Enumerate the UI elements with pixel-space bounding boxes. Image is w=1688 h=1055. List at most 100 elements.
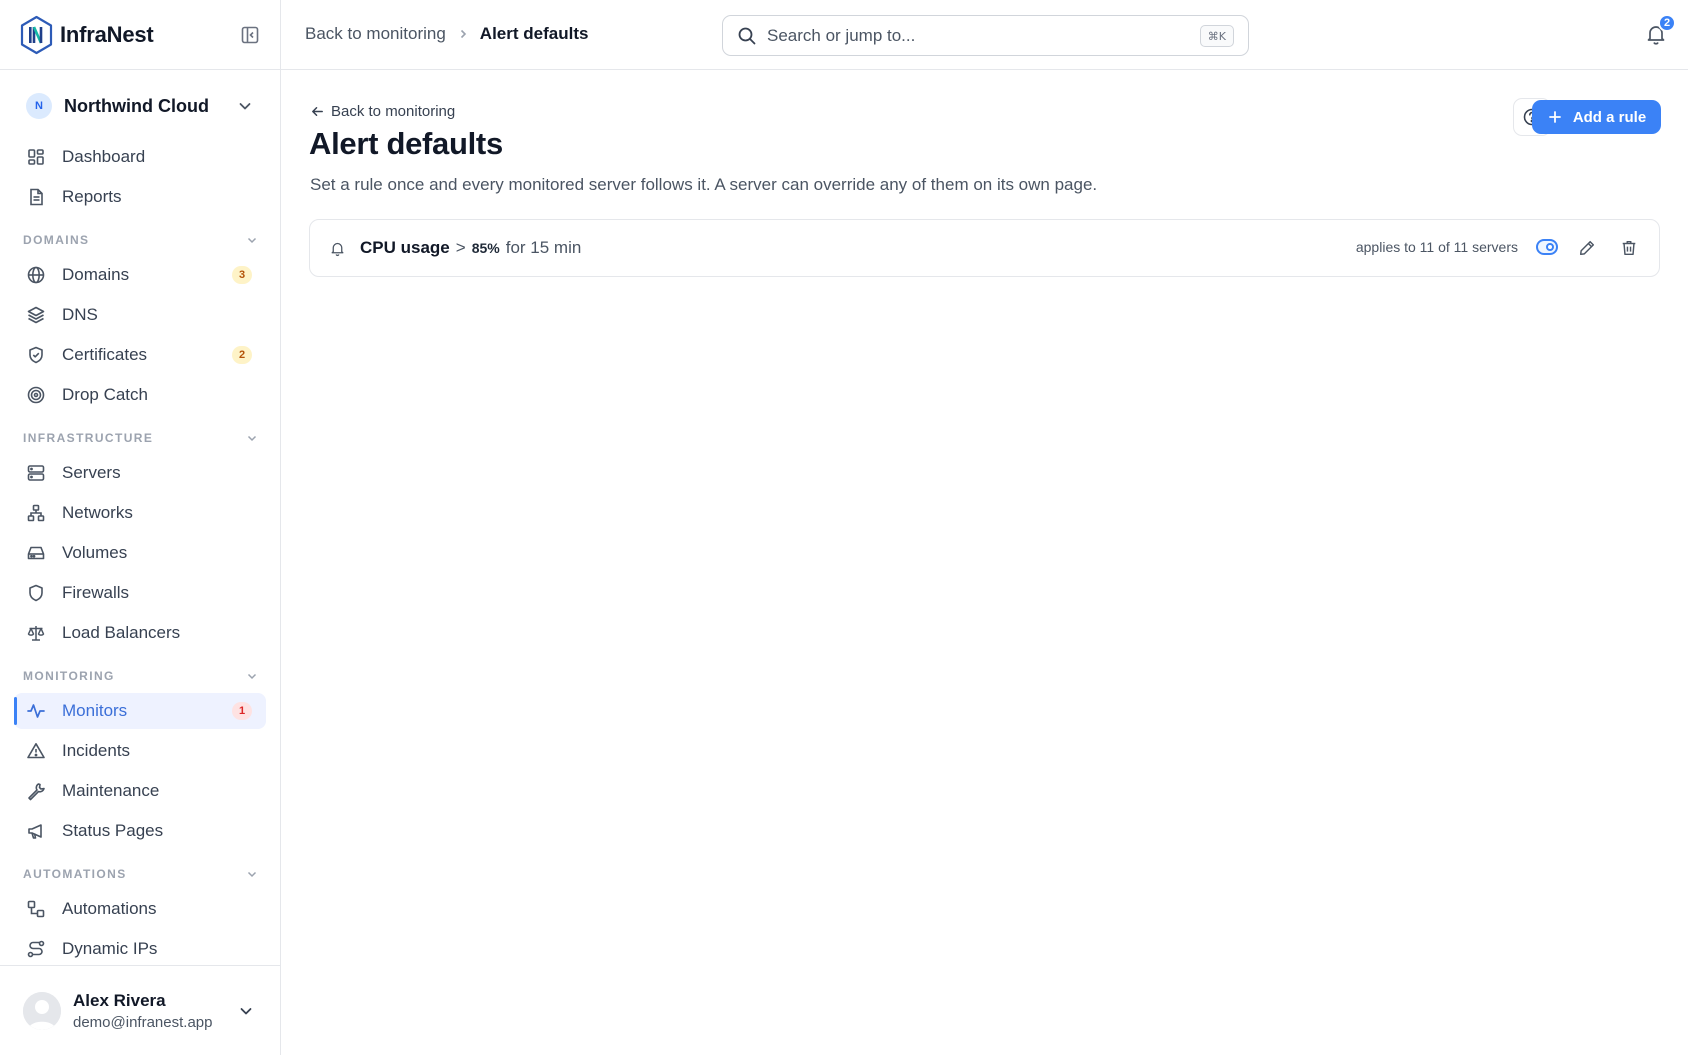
avatar [23, 991, 61, 1030]
chevron-down-icon [247, 435, 257, 442]
reports-icon [30, 188, 43, 206]
sidebar-item-drop-catch[interactable]: Drop Catch [14, 377, 266, 413]
alert-rule-card: CPU usage > 85% for 15 min applies to 11… [309, 219, 1660, 277]
count-badge: 1 [232, 702, 252, 720]
sidebar-item-networks[interactable]: Networks [14, 495, 266, 531]
sidebar-item-servers[interactable]: Servers [14, 455, 266, 491]
sidebar-item-domains[interactable]: Domains 3 [14, 257, 266, 293]
workflow-icon [27, 900, 45, 918]
org-avatar: N [26, 93, 52, 119]
sidebar-item-dns[interactable]: DNS [14, 297, 266, 333]
sidebar-item-dashboard[interactable]: Dashboard [14, 139, 266, 175]
sidebar-item-label: Networks [62, 503, 133, 522]
keyboard-shortcut: ⌘K [1199, 25, 1234, 47]
section-title: DOMAINS [23, 233, 90, 247]
sidebar-item-dynamic-ips[interactable]: Dynamic IPs [14, 931, 266, 967]
sidebar-item-firewalls[interactable]: Firewalls [14, 575, 266, 611]
rule-enabled-toggle[interactable] [1536, 239, 1558, 255]
sidebar-collapse-icon[interactable] [240, 25, 260, 45]
sidebar-item-incidents[interactable]: Incidents [14, 733, 266, 769]
search-icon [738, 27, 756, 44]
brand-name: InfraNest [60, 21, 154, 47]
network-icon [27, 504, 45, 522]
megaphone-icon [28, 824, 42, 839]
section-automations[interactable]: AUTOMATIONS [23, 864, 259, 884]
section-title: INFRASTRUCTURE [23, 431, 154, 445]
sidebar-item-status-pages[interactable]: Status Pages [14, 813, 266, 849]
route-icon [27, 940, 45, 958]
hard-drive-icon [27, 546, 45, 560]
sidebar-item-label: Dynamic IPs [62, 939, 158, 958]
wrench-icon [28, 783, 45, 801]
section-infrastructure[interactable]: INFRASTRUCTURE [23, 428, 259, 448]
chevron-down-icon [247, 673, 257, 680]
sidebar-item-maintenance[interactable]: Maintenance [14, 773, 266, 809]
pencil-icon[interactable] [1578, 239, 1596, 257]
rule-metric: CPU usage [360, 238, 450, 257]
sidebar-item-certificates[interactable]: Certificates 2 [14, 337, 266, 373]
sidebar-item-reports[interactable]: Reports [14, 179, 266, 215]
user-menu[interactable]: Alex Rivera demo@infranest.app [0, 965, 281, 1055]
trash-icon[interactable] [1620, 239, 1638, 257]
alert-triangle-icon [27, 743, 45, 759]
sidebar-item-label: Load Balancers [62, 623, 181, 642]
layers-icon [27, 306, 45, 324]
user-info: Alex Rivera demo@infranest.app [73, 991, 212, 1031]
sidebar-item-label: Reports [62, 187, 122, 206]
sidebar-item-label: Dashboard [62, 147, 146, 166]
org-switcher[interactable]: N Northwind Cloud [0, 70, 280, 142]
bell-icon [331, 242, 344, 256]
shield-check-icon [29, 346, 43, 364]
sidebar-item-monitors[interactable]: Monitors 1 [14, 693, 266, 729]
sidebar-item-label: DNS [62, 305, 98, 324]
user-name: Alex Rivera [73, 990, 166, 1010]
sidebar-item-label: Drop Catch [62, 385, 148, 404]
sidebar: InfraNest N Northwind Cloud Dashboard Re… [0, 0, 281, 1055]
plus-icon [1548, 111, 1561, 123]
section-domains[interactable]: DOMAINS [23, 230, 259, 250]
search-input[interactable] [767, 25, 1167, 46]
chevron-down-icon [247, 871, 257, 878]
sidebar-item-label: Servers [62, 463, 121, 482]
sidebar-item-label: Incidents [62, 741, 131, 760]
sidebar-item-label: Volumes [62, 543, 128, 562]
target-icon [27, 386, 45, 404]
rule-threshold: 85% [471, 240, 500, 256]
activity-icon [27, 704, 45, 718]
count-badge: 3 [232, 266, 252, 284]
chevron-down-icon [240, 1008, 252, 1015]
chevron-down-icon [247, 237, 257, 244]
sidebar-item-load-balancers[interactable]: Load Balancers [14, 615, 266, 651]
server-icon [27, 465, 45, 481]
globe-icon [27, 266, 45, 284]
dashboard-icon [28, 149, 44, 165]
brand: InfraNest [0, 0, 280, 70]
search-box[interactable]: ⌘K [722, 15, 1249, 56]
add-rule-label: Add a rule [1572, 108, 1647, 126]
page-title: Alert defaults [309, 126, 503, 161]
rule-operator: > [455, 238, 466, 257]
add-rule-button[interactable]: Add a rule [1532, 100, 1661, 134]
infranest-logo [20, 15, 53, 54]
breadcrumb-link[interactable]: Back to monitoring [305, 24, 446, 44]
sidebar-item-label: Certificates [62, 345, 148, 364]
back-link[interactable]: Back to monitoring [310, 103, 455, 120]
rule-duration: for 15 min [505, 238, 582, 257]
scale-icon [27, 626, 45, 641]
chevron-right-icon [460, 29, 466, 39]
sidebar-item-automations[interactable]: Automations [14, 891, 266, 927]
section-monitoring[interactable]: MONITORING [23, 666, 259, 686]
sidebar-item-label: Status Pages [62, 821, 164, 840]
section-title: AUTOMATIONS [23, 867, 127, 881]
chevron-down-icon [239, 103, 251, 110]
user-email: demo@infranest.app [73, 1013, 213, 1031]
topbar: Back to monitoring Alert defaults ⌘K 2 [281, 0, 1688, 70]
sidebar-item-label: Maintenance [62, 781, 160, 800]
notification-badge: 2 [1658, 14, 1676, 32]
count-badge: 2 [232, 346, 252, 364]
sidebar-item-label: Domains [62, 265, 130, 284]
sidebar-item-volumes[interactable]: Volumes [14, 535, 266, 571]
back-link-label: Back to monitoring [331, 103, 456, 120]
rule-summary: CPU usage > 85% for 15 min [360, 238, 581, 258]
sidebar-item-label: Automations [62, 899, 157, 918]
